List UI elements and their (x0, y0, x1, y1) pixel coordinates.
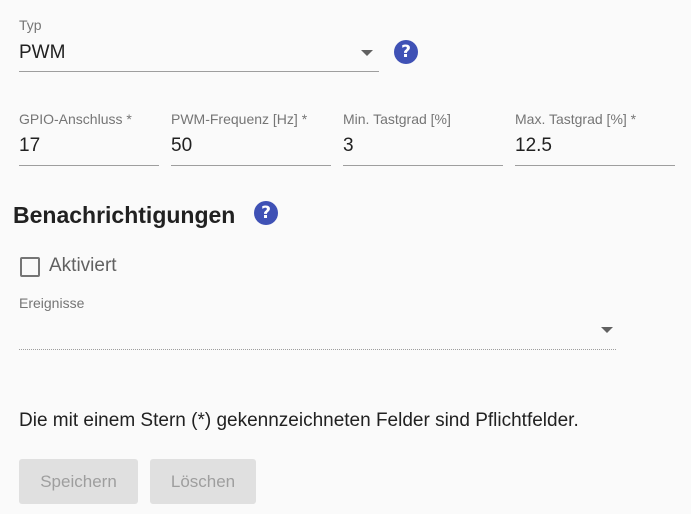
min-duty-field[interactable]: Min. Tastgrad [%] 3 (343, 108, 503, 168)
type-select[interactable]: Typ PWM (19, 14, 379, 74)
enabled-checkbox[interactable] (20, 257, 40, 277)
max-duty-field[interactable]: Max. Tastgrad [%] * 12.5 (515, 108, 675, 168)
delete-button[interactable]: Löschen (150, 459, 256, 504)
frequency-value: 50 (171, 135, 193, 156)
events-underline (19, 349, 616, 350)
min-duty-value: 3 (343, 135, 354, 156)
caret-down-icon[interactable] (601, 327, 613, 333)
max-duty-underline (515, 165, 675, 166)
max-duty-value: 12.5 (515, 135, 552, 156)
enabled-label: Aktiviert (49, 255, 117, 276)
gpio-label: GPIO-Anschluss * (19, 111, 132, 127)
notifications-heading: Benachrichtigungen (13, 202, 236, 228)
type-underline (19, 71, 379, 72)
gpio-field[interactable]: GPIO-Anschluss * 17 (19, 108, 159, 168)
type-label: Typ (19, 17, 42, 33)
min-duty-label: Min. Tastgrad [%] (343, 111, 451, 127)
frequency-field[interactable]: PWM-Frequenz [Hz] * 50 (171, 108, 331, 168)
events-select[interactable]: Ereignisse (19, 292, 616, 352)
max-duty-label: Max. Tastgrad [%] * (515, 111, 637, 127)
frequency-label: PWM-Frequenz [Hz] * (171, 111, 308, 127)
help-circle-icon[interactable]: ? (254, 201, 278, 225)
gpio-value: 17 (19, 135, 41, 156)
events-label: Ereignisse (19, 295, 85, 311)
required-fields-note: Die mit einem Stern (*) gekennzeichneten… (19, 410, 579, 431)
type-value: PWM (19, 42, 66, 63)
min-duty-underline (343, 165, 503, 166)
help-circle-icon[interactable]: ? (394, 40, 418, 64)
caret-down-icon[interactable] (361, 50, 373, 56)
gpio-underline (19, 165, 159, 166)
enabled-checkbox-row[interactable]: Aktiviert (19, 254, 149, 278)
frequency-underline (171, 165, 331, 166)
save-button[interactable]: Speichern (19, 459, 138, 504)
